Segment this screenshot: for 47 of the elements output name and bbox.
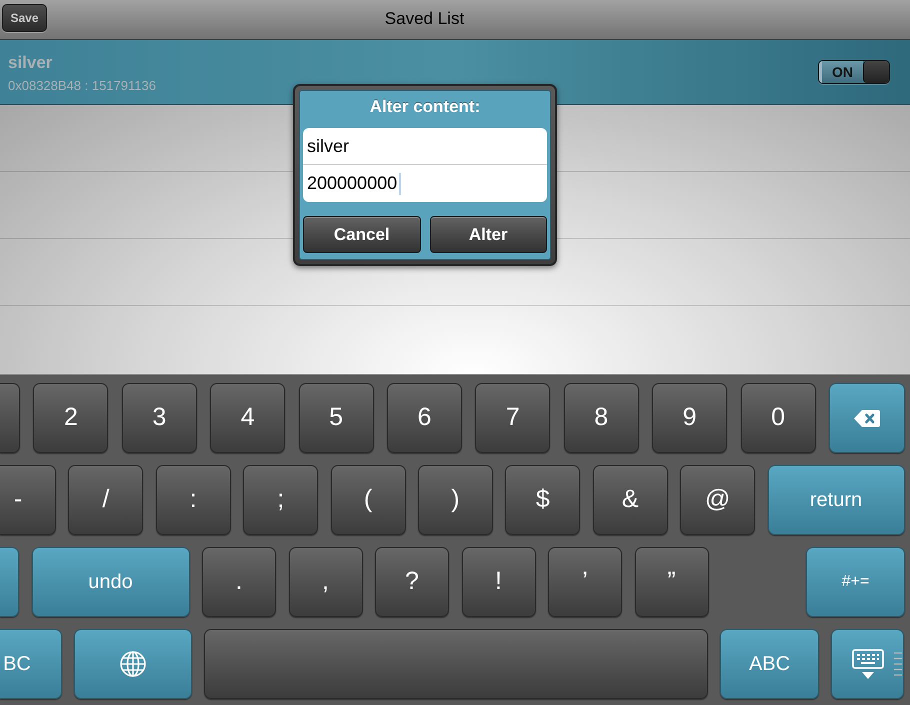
nav-title: Saved List	[384, 8, 464, 30]
keyboard-key[interactable]: 8	[564, 383, 639, 453]
keyboard-down-icon	[852, 649, 884, 679]
keyboard-key[interactable]: undo	[32, 547, 190, 617]
toggle-switch[interactable]: ON	[818, 60, 890, 84]
globe-icon	[120, 651, 146, 677]
keyboard-key[interactable]: ;	[243, 465, 318, 535]
keyboard-key[interactable]: 3	[122, 383, 197, 453]
keyboard-key[interactable]: 9	[652, 383, 728, 453]
keyboard-key[interactable]	[0, 547, 19, 617]
keyboard-key[interactable]: 4	[210, 383, 286, 453]
keyboard-key[interactable]: :	[156, 465, 231, 535]
text-field[interactable]: 200000000	[303, 165, 547, 202]
lines-icon	[894, 652, 902, 676]
item-detail: 0x08328B48 : 151791136	[8, 78, 156, 94]
dialog-button[interactable]: Alter	[430, 216, 547, 253]
keyboard-key[interactable]: 5	[298, 383, 374, 453]
item-name: silver	[8, 52, 52, 72]
keyboard-key[interactable]: $	[505, 465, 580, 535]
keyboard-key[interactable]: ’	[548, 547, 622, 617]
keyboard-key[interactable]: ABC	[720, 629, 819, 699]
keyboard-key[interactable]: -	[0, 465, 56, 535]
dialog-button[interactable]: Cancel	[303, 216, 420, 253]
text-field[interactable]: silver	[303, 128, 547, 165]
globe-key[interactable]	[74, 629, 192, 699]
save-button[interactable]: Save	[2, 4, 47, 32]
keyboard-key[interactable]: ?	[375, 547, 449, 617]
keyboard-key[interactable]: @	[680, 465, 756, 535]
keyboard-key[interactable]: 6	[386, 383, 462, 453]
keyboard-key[interactable]: .	[202, 547, 276, 617]
keyboard-key[interactable]: 7	[475, 383, 550, 453]
keyboard-key[interactable]: ”	[634, 547, 708, 617]
keyboard-key[interactable]	[0, 383, 20, 453]
keyboard-key[interactable]: return	[768, 465, 905, 535]
keyboard-key[interactable]: )	[418, 465, 493, 535]
keyboard-key[interactable]: (	[330, 465, 406, 535]
keyboard-key[interactable]: 0	[740, 383, 816, 453]
keyboard-key[interactable]: ,	[288, 547, 362, 617]
hide-keyboard-key[interactable]	[831, 629, 904, 699]
keyboard-key[interactable]: 2	[33, 383, 108, 453]
keyboard-key[interactable]: /	[68, 465, 144, 535]
backspace-icon	[854, 410, 880, 426]
space-bar[interactable]	[204, 629, 708, 699]
text-cursor	[399, 172, 402, 194]
delete-key[interactable]	[828, 383, 905, 453]
keyboard-key[interactable]: &	[592, 465, 668, 535]
keyboard-key[interactable]: !	[462, 547, 536, 617]
